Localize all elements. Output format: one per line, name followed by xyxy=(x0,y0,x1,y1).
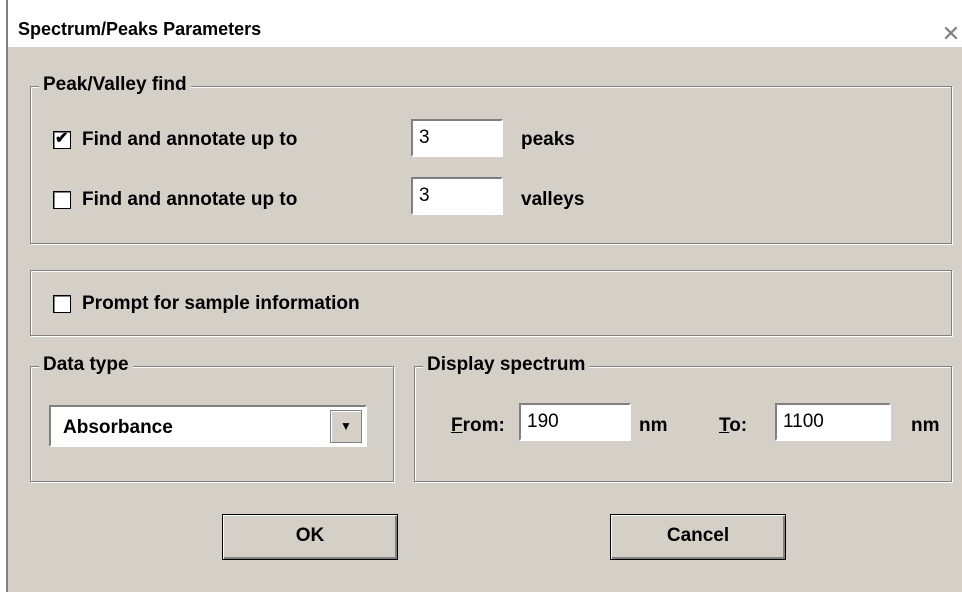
title-bar[interactable]: Spectrum/Peaks Parameters ✕ xyxy=(8,5,962,47)
from-input[interactable]: 190 xyxy=(519,403,631,441)
display-spectrum-group: Display spectrum From: 190 nm To: 1100 n… xyxy=(414,354,952,482)
peaks-label: Find and annotate up to xyxy=(82,129,298,150)
data-type-group: Data type Absorbance ▼ xyxy=(30,354,394,482)
prompt-checkbox[interactable] xyxy=(53,295,71,313)
valleys-checkbox[interactable] xyxy=(53,191,71,209)
checkmark-icon: ✔ xyxy=(55,130,69,147)
close-icon[interactable]: ✕ xyxy=(938,22,962,48)
prompt-label: Prompt for sample information xyxy=(82,293,360,314)
to-unit: nm xyxy=(911,415,940,436)
peaks-checkbox[interactable]: ✔ xyxy=(53,130,71,149)
to-label: To: xyxy=(719,415,748,436)
data-type-legend: Data type xyxy=(39,354,133,376)
valleys-label: Find and annotate up to xyxy=(82,189,298,210)
peak-valley-group: Peak/Valley find ✔ Find and annotate up … xyxy=(30,74,952,244)
valleys-count-input[interactable]: 3 xyxy=(411,177,503,215)
dropdown-arrow-icon[interactable]: ▼ xyxy=(330,410,362,443)
ok-button[interactable]: OK xyxy=(222,514,398,560)
cancel-button[interactable]: Cancel xyxy=(610,514,786,560)
data-type-selected-value: Absorbance xyxy=(63,417,173,438)
from-label: From: xyxy=(451,415,505,436)
display-spectrum-legend: Display spectrum xyxy=(423,354,590,376)
prompt-group: Prompt for sample information xyxy=(30,270,952,336)
valleys-unit: valleys xyxy=(521,189,585,210)
from-unit: nm xyxy=(639,415,668,436)
dialog-window: Spectrum/Peaks Parameters ✕ Peak/Valley … xyxy=(0,0,962,592)
data-type-select[interactable]: Absorbance ▼ xyxy=(49,405,367,447)
peaks-unit: peaks xyxy=(521,129,575,150)
to-input[interactable]: 1100 xyxy=(775,403,891,441)
window-left-edge-shadow xyxy=(6,0,8,592)
peak-valley-legend: Peak/Valley find xyxy=(39,74,191,96)
peaks-count-input[interactable]: 3 xyxy=(411,119,503,157)
dialog-title: Spectrum/Peaks Parameters xyxy=(18,19,262,39)
